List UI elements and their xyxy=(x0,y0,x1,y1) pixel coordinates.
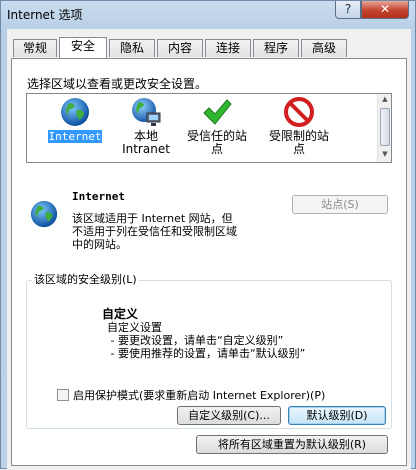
window-frame: Internet 选项 ? ✕ 常规 安全 隐私 内容 连接 程序 高级 选择区… xyxy=(0,0,416,470)
tab-privacy[interactable]: 隐私 xyxy=(109,39,155,57)
scroll-down-icon[interactable]: ▼ xyxy=(380,150,390,160)
intranet-globe-icon xyxy=(132,98,161,126)
forbidden-icon xyxy=(284,97,314,127)
tab-security[interactable]: 安全 xyxy=(59,37,107,58)
zone-globe-icon xyxy=(30,200,58,228)
zone-internet[interactable]: Internet xyxy=(39,96,111,143)
tab-programs[interactable]: 程序 xyxy=(253,39,299,57)
scroll-thumb[interactable] xyxy=(380,108,390,146)
zone-list: Internet 本地 Intranet 受信任的站 点 受限制的站 点 ▲ ▼ xyxy=(26,93,392,163)
zone-local-intranet[interactable]: 本地 Intranet xyxy=(115,96,177,156)
protected-mode-checkbox[interactable] xyxy=(57,389,69,401)
dialog-client: 常规 安全 隐私 内容 连接 程序 高级 选择区域以查看或更改安全设置。 Int… xyxy=(7,29,411,470)
default-level-button[interactable]: 默认级别(D) xyxy=(288,406,386,425)
scroll-up-icon[interactable]: ▲ xyxy=(380,95,390,105)
zone-internet-label: Internet xyxy=(47,130,103,143)
tab-connections[interactable]: 连接 xyxy=(205,39,251,57)
zone-list-scrollbar[interactable]: ▲ ▼ xyxy=(377,94,391,162)
tab-advanced[interactable]: 高级 xyxy=(301,39,347,57)
protected-mode-label: 启用保护模式(要求重新启动 Internet Explorer)(P) xyxy=(73,389,326,402)
security-panel: 选择区域以查看或更改安全设置。 Internet 本地 Intranet 受信任… xyxy=(11,58,407,466)
select-zone-label: 选择区域以查看或更改安全设置。 xyxy=(27,77,208,91)
title-bar[interactable]: Internet 选项 ? ✕ xyxy=(1,1,416,29)
zone-description: 该区域适用于 Internet 网站，但 不适用于列在受信任和受限制区域 中的网… xyxy=(72,212,237,251)
zone-trusted-sites[interactable]: 受信任的站 点 xyxy=(177,96,257,156)
tab-content[interactable]: 内容 xyxy=(157,39,203,57)
tab-general[interactable]: 常规 xyxy=(13,39,57,57)
zone-restricted-sites[interactable]: 受限制的站 点 xyxy=(259,96,339,156)
security-level-label: 该区域的安全级别(L) xyxy=(32,271,139,287)
sites-button[interactable]: 站点(S) xyxy=(292,195,388,214)
check-icon xyxy=(203,99,232,125)
reset-all-zones-button[interactable]: 将所有区域重置为默认级别(R) xyxy=(196,435,388,454)
help-button[interactable]: ? xyxy=(335,1,361,19)
custom-level-button[interactable]: 自定义级别(C)... xyxy=(177,406,281,425)
globe-icon xyxy=(61,98,89,126)
zone-restricted-label: 受限制的站 点 xyxy=(268,129,329,156)
security-level-description: 自定义设置 - 要更改设置，请单击“自定义级别” - 要使用推荐的设置，请单击“… xyxy=(107,321,306,360)
zone-name: Internet xyxy=(72,190,125,203)
protected-mode-row[interactable]: 启用保护模式(要求重新启动 Internet Explorer)(P) xyxy=(57,387,325,403)
close-button[interactable]: ✕ xyxy=(361,1,409,19)
zone-intranet-label: 本地 Intranet xyxy=(122,129,170,156)
zone-trusted-label: 受信任的站 点 xyxy=(186,129,247,156)
security-level-title: 自定义 xyxy=(102,307,139,321)
window-title: Internet 选项 xyxy=(7,8,83,22)
